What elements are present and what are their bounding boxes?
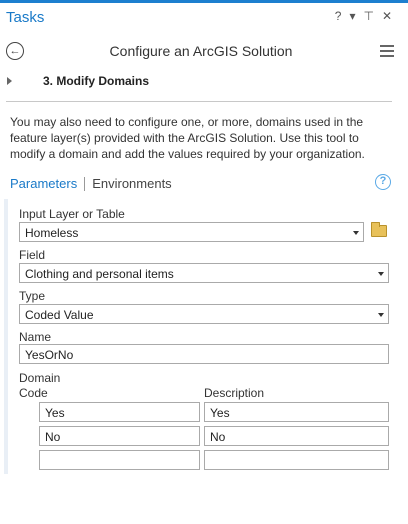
- parameters-gutter: [4, 199, 8, 474]
- field-value: Clothing and personal items: [25, 267, 174, 281]
- tool-help-icon[interactable]: ?: [375, 174, 391, 190]
- tool-tabs: Parameters Environments: [10, 176, 172, 191]
- type-label: Type: [19, 289, 46, 303]
- expand-step-icon[interactable]: [7, 77, 12, 85]
- help-icon[interactable]: ?: [335, 9, 342, 23]
- domain-description-cell[interactable]: Yes: [204, 402, 389, 422]
- tab-parameters[interactable]: Parameters: [10, 176, 77, 191]
- chevron-down-icon: [378, 272, 384, 276]
- type-value: Coded Value: [25, 308, 94, 322]
- pane-title: Tasks: [6, 9, 45, 26]
- input-layer-label: Input Layer or Table: [19, 207, 125, 221]
- field-label: Field: [19, 248, 46, 262]
- step-description: You may also need to configure one, or m…: [10, 115, 365, 161]
- pane-controls: ? ▾ ⊤ ✕: [335, 9, 392, 23]
- domain-code-cell[interactable]: No: [39, 426, 200, 446]
- tab-environments[interactable]: Environments: [92, 176, 171, 191]
- domain-description-cell[interactable]: No: [204, 426, 389, 446]
- pin-icon[interactable]: ⊤: [363, 9, 373, 23]
- tab-separator: [84, 176, 86, 191]
- domain-code-cell[interactable]: Yes: [39, 402, 200, 422]
- domain-description-cell[interactable]: [204, 450, 389, 470]
- input-layer-value: Homeless: [25, 226, 79, 240]
- input-layer-select[interactable]: Homeless: [19, 222, 364, 242]
- pane-top-accent: [0, 0, 408, 3]
- chevron-down-icon: [353, 231, 359, 235]
- name-value: YesOrNo: [25, 348, 74, 362]
- dropdown-icon[interactable]: ▾: [349, 9, 355, 23]
- domain-code-cell[interactable]: [39, 450, 200, 470]
- folder-browse-icon[interactable]: [371, 222, 387, 237]
- name-label: Name: [19, 330, 52, 344]
- step-title[interactable]: 3. Modify Domains: [43, 74, 149, 88]
- domain-label: Domain: [19, 371, 61, 385]
- description-column-header: Description: [204, 386, 265, 400]
- name-input[interactable]: YesOrNo: [19, 344, 389, 364]
- close-icon[interactable]: ✕: [382, 9, 392, 23]
- page-title: Configure an ArcGIS Solution: [109, 43, 293, 59]
- chevron-down-icon: [378, 313, 384, 317]
- divider: [6, 101, 392, 102]
- hamburger-menu-icon[interactable]: [380, 45, 394, 60]
- code-column-header: Code: [19, 386, 48, 400]
- type-select[interactable]: Coded Value: [19, 304, 389, 324]
- field-select[interactable]: Clothing and personal items: [19, 263, 389, 283]
